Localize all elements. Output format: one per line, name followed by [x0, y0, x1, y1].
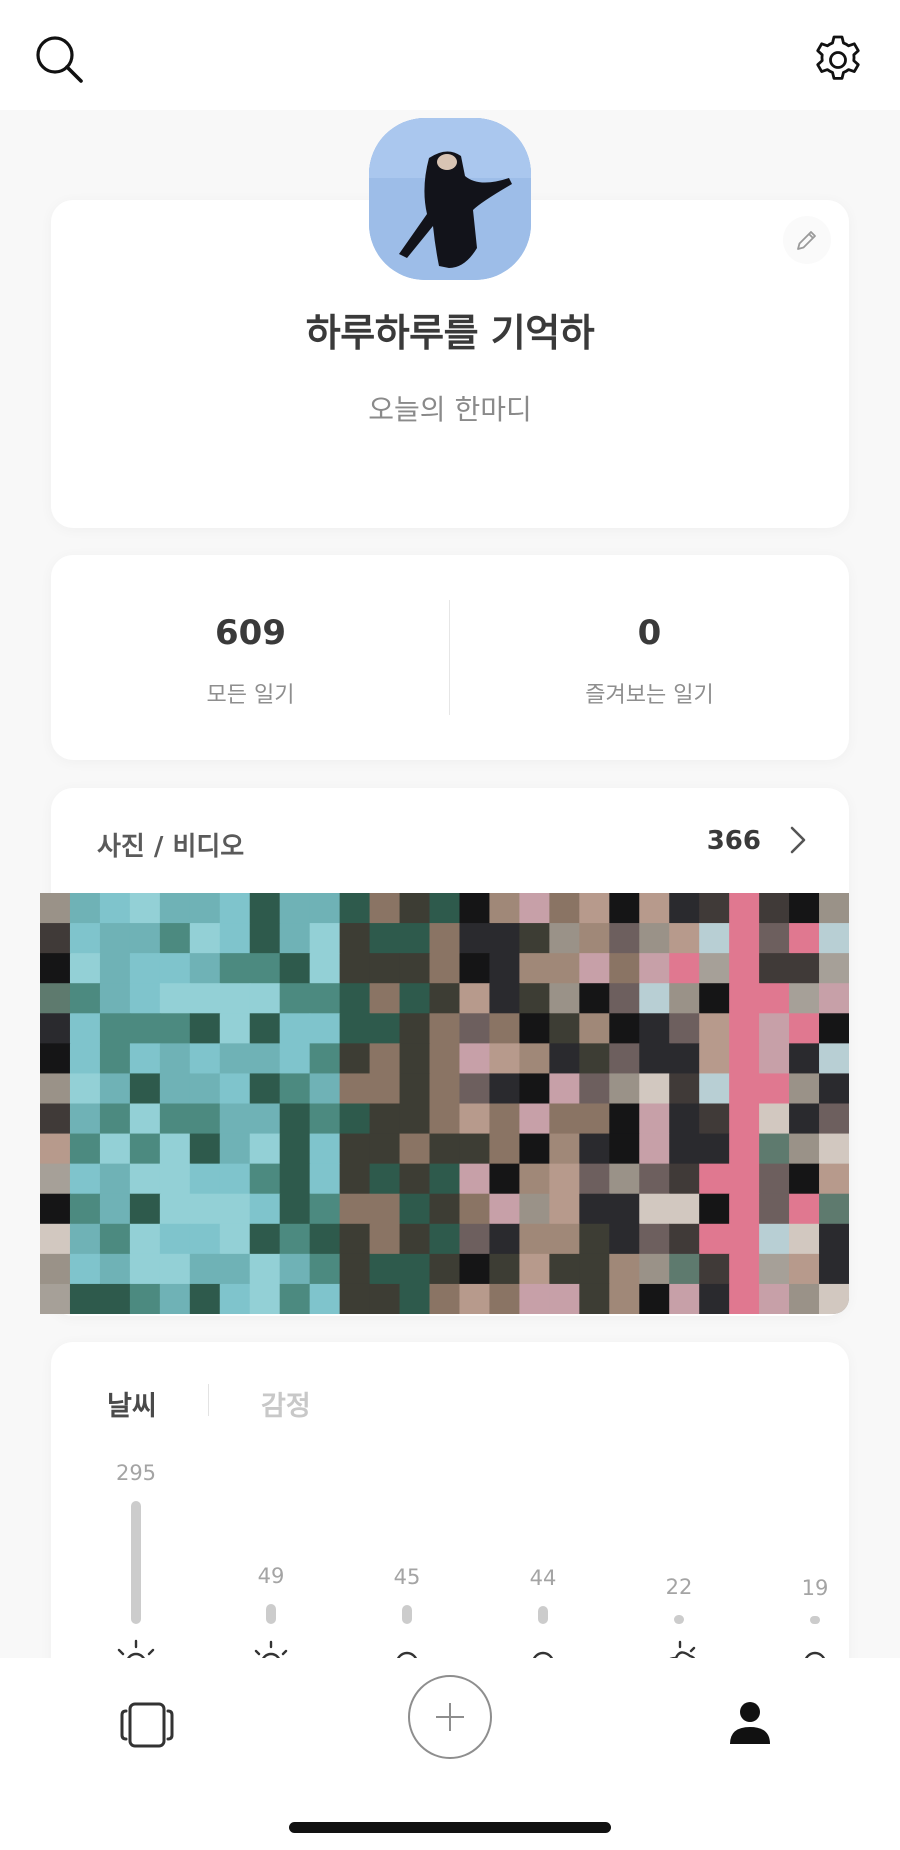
bar-sunny: [131, 1501, 141, 1624]
bar-cloudy-3: [810, 1616, 820, 1624]
bar-value-label: 295: [115, 1461, 157, 1485]
media-header[interactable]: 사진 / 비디오 366: [51, 788, 849, 893]
all-diaries-count: 609: [215, 613, 286, 653]
bar-value-label: 22: [665, 1574, 693, 1599]
all-diaries-stat[interactable]: 609 모든 일기: [51, 555, 450, 760]
tab-weather[interactable]: 날씨: [107, 1384, 157, 1423]
profile-motto[interactable]: 오늘의 한마디: [51, 388, 849, 428]
diary-cards-icon: [120, 1702, 174, 1748]
nav-profile-button[interactable]: [720, 1692, 780, 1754]
bar-value-label: 44: [529, 1565, 557, 1590]
stats-card: 609 모든 일기 0 즐겨보는 일기: [51, 555, 849, 760]
settings-button[interactable]: [808, 30, 868, 90]
plus-icon: [436, 1703, 464, 1731]
home-indicator: [289, 1822, 611, 1833]
photo-mosaic: [40, 893, 849, 1314]
favorite-diaries-label: 즐겨보는 일기: [585, 683, 714, 708]
bar-value-label: 49: [257, 1563, 285, 1588]
favorite-diaries-stat[interactable]: 0 즐겨보는 일기: [450, 555, 849, 760]
profile-photo: [369, 118, 531, 280]
nav-diary-button[interactable]: [112, 1694, 182, 1756]
profile-name: 하루하루를 기억하: [305, 311, 595, 355]
favorite-diaries-count: 0: [637, 613, 662, 653]
bar-cloudy-2: [538, 1605, 548, 1624]
bar-cloudy-1: [402, 1605, 412, 1624]
photo-grid[interactable]: [40, 893, 849, 1314]
media-title: 사진 / 비디오: [97, 832, 245, 862]
person-icon: [730, 1702, 770, 1744]
search-button[interactable]: [30, 30, 90, 90]
media-count: 366: [706, 826, 761, 856]
bar-partly-sunny: [266, 1603, 276, 1624]
bar-sun-behind-cloud: [674, 1614, 684, 1624]
bar-value-label: 45: [393, 1565, 421, 1590]
tab-emotion[interactable]: 감정: [261, 1384, 311, 1423]
media-card: 사진 / 비디오 366: [40, 788, 849, 1316]
bottom-nav: [0, 1658, 900, 1850]
gear-icon: [816, 35, 860, 80]
edit-profile-button[interactable]: [783, 216, 831, 264]
add-diary-button[interactable]: [408, 1675, 492, 1759]
tab-separator: [208, 1384, 209, 1416]
all-diaries-label: 모든 일기: [206, 683, 295, 708]
bar-value-label: 19: [801, 1576, 829, 1601]
chevron-right-icon: [790, 826, 806, 854]
pencil-icon: [797, 231, 816, 250]
search-icon: [36, 36, 83, 83]
top-bar: [0, 0, 900, 110]
avatar[interactable]: [369, 118, 531, 280]
